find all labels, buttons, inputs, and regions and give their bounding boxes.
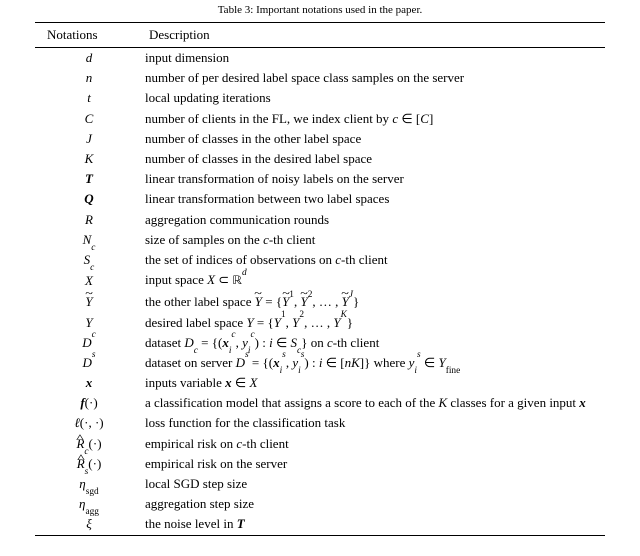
table-row: K number of classes in the desired label… <box>35 149 605 169</box>
table-row: Sc the set of indices of observations on… <box>35 250 605 270</box>
notation-cell: n <box>35 68 143 88</box>
table-row: Ds dataset on server Ds = {(xis, yis) : … <box>35 353 605 373</box>
notations-table: Notations Description d input dimension … <box>35 22 605 536</box>
desc-cell: a classification model that assigns a sc… <box>143 393 605 413</box>
table-row: x inputs variable x ∈ X <box>35 373 605 393</box>
table-row: ηsgd local SGD step size <box>35 474 605 494</box>
desc-cell: desired label space Y = {Y1, Y2, … , YK} <box>143 312 605 332</box>
table-row: Nc size of samples on the c-th client <box>35 230 605 250</box>
table-row: ℓ(·, ·) loss function for the classifica… <box>35 413 605 433</box>
desc-cell: aggregation communication rounds <box>143 210 605 230</box>
desc-cell: number of per desired label space class … <box>143 68 605 88</box>
desc-cell: empirical risk on the server <box>143 454 605 474</box>
notation-cell: ηsgd <box>35 474 143 494</box>
table-row: Q linear transformation between two labe… <box>35 189 605 209</box>
table-row: C number of clients in the FL, we index … <box>35 109 605 129</box>
notation-cell: Nc <box>35 230 143 250</box>
notation-cell: ℓ(·, ·) <box>35 413 143 433</box>
desc-cell: local SGD step size <box>143 474 605 494</box>
desc-cell: dataset on server Ds = {(xis, yis) : i ∈… <box>143 353 605 373</box>
table-row: X input space X ⊂ ℝd <box>35 270 605 292</box>
desc-cell: number of clients in the FL, we index cl… <box>143 109 605 129</box>
notation-cell: Dc <box>35 333 143 353</box>
notation-cell: Sc <box>35 250 143 270</box>
table-row: Rc(·) empirical risk on c-th client <box>35 434 605 454</box>
notation-cell: Q <box>35 189 143 209</box>
table-row: f(·) a classification model that assigns… <box>35 393 605 413</box>
desc-cell: input space X ⊂ ℝd <box>143 270 605 292</box>
notation-cell: ξ <box>35 514 143 535</box>
notation-cell: f(·) <box>35 393 143 413</box>
notation-cell: d <box>35 48 143 69</box>
desc-cell: dataset Dc = {(xic, yic) : i ∈ Sc} on c-… <box>143 333 605 353</box>
table-row: Rs(·) empirical risk on the server <box>35 454 605 474</box>
table-row: Y desired label space Y = {Y1, Y2, … , Y… <box>35 312 605 332</box>
notation-cell: J <box>35 129 143 149</box>
desc-cell: the noise level in T <box>143 514 605 535</box>
notation-cell: Rc(·) <box>35 434 143 454</box>
notation-cell: Rs(·) <box>35 454 143 474</box>
table-header-row: Notations Description <box>35 23 605 48</box>
desc-cell: the other label space Y = {Y1, Y2, … , Y… <box>143 292 605 312</box>
desc-cell: linear transformation between two label … <box>143 189 605 209</box>
notation-cell: T <box>35 169 143 189</box>
desc-cell: empirical risk on c-th client <box>143 434 605 454</box>
desc-cell: number of classes in the other label spa… <box>143 129 605 149</box>
desc-cell: local updating iterations <box>143 88 605 108</box>
desc-cell: input dimension <box>143 48 605 69</box>
table-row: R aggregation communication rounds <box>35 210 605 230</box>
notation-cell: t <box>35 88 143 108</box>
notation-cell: Y <box>35 312 143 332</box>
table-row: ξ the noise level in T <box>35 514 605 535</box>
desc-cell: aggregation step size <box>143 494 605 514</box>
notation-cell: C <box>35 109 143 129</box>
notation-cell: x <box>35 373 143 393</box>
table-row: J number of classes in the other label s… <box>35 129 605 149</box>
col-header-notations: Notations <box>35 23 143 48</box>
desc-cell: number of classes in the desired label s… <box>143 149 605 169</box>
table-row: Y the other label space Y = {Y1, Y2, … ,… <box>35 292 605 312</box>
desc-cell: inputs variable x ∈ X <box>143 373 605 393</box>
table-row: t local updating iterations <box>35 88 605 108</box>
table-row: T linear transformation of noisy labels … <box>35 169 605 189</box>
table-row: ηagg aggregation step size <box>35 494 605 514</box>
col-header-description: Description <box>143 23 605 48</box>
table-row: n number of per desired label space clas… <box>35 68 605 88</box>
desc-cell: the set of indices of observations on c-… <box>143 250 605 270</box>
desc-cell: size of samples on the c-th client <box>143 230 605 250</box>
table-caption: Table 3: Important notations used in the… <box>35 4 605 16</box>
notation-cell: ηagg <box>35 494 143 514</box>
table-row: d input dimension <box>35 48 605 69</box>
desc-cell: loss function for the classification tas… <box>143 413 605 433</box>
table-row: Dc dataset Dc = {(xic, yic) : i ∈ Sc} on… <box>35 333 605 353</box>
notation-cell: R <box>35 210 143 230</box>
desc-cell: linear transformation of noisy labels on… <box>143 169 605 189</box>
notation-cell: Ds <box>35 353 143 373</box>
notation-cell: Y <box>35 292 143 312</box>
notation-cell: K <box>35 149 143 169</box>
